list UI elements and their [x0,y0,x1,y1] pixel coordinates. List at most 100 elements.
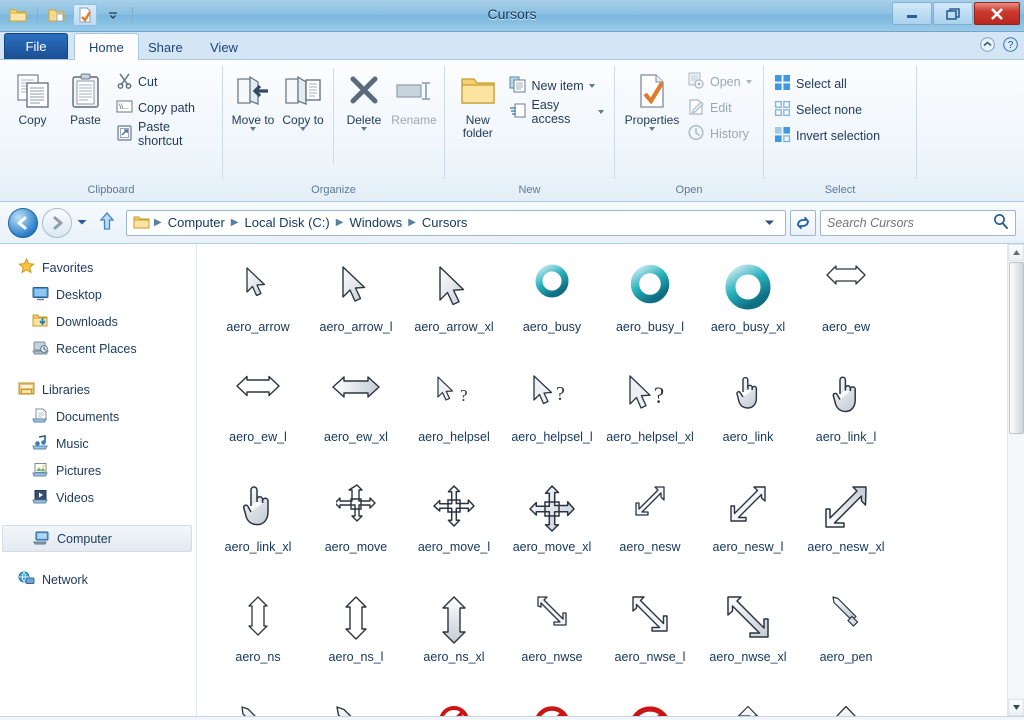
new-item-caret-icon[interactable] [588,84,595,88]
list-item[interactable]: aero_move_l [405,476,503,586]
move-to-button[interactable]: Move to [229,64,277,131]
list-item[interactable]: aero_nesw_l [699,476,797,586]
properties-button[interactable]: Properties [621,64,683,131]
tab-share[interactable]: Share [134,34,197,61]
breadcrumb-arrow[interactable]: ▶ [406,217,418,228]
tab-home[interactable]: Home [74,33,139,61]
list-item[interactable]: aero_up [699,696,797,716]
list-item[interactable]: aero_unavail [405,696,503,716]
list-item[interactable]: aero_unavail_xl [601,696,699,716]
breadcrumb-bar[interactable]: ▶ Computer ▶ Local Disk (C:) ▶ Windows ▶… [126,209,786,236]
list-item[interactable]: aero_ew_xl [307,366,405,476]
chevron-down-icon[interactable] [758,216,781,230]
breadcrumb-windows[interactable]: Windows [345,215,406,230]
search-icon[interactable] [993,213,1009,232]
breadcrumb-arrow[interactable]: ▶ [152,217,164,228]
breadcrumb-cursors[interactable]: Cursors [418,215,472,230]
list-item[interactable]: aero_link_xl [209,476,307,586]
list-item[interactable]: aero_unavail_l [503,696,601,716]
navigation-pane[interactable]: Favorites Desktop Downloads Recent Place… [0,244,197,716]
breadcrumb-computer[interactable]: Computer [164,215,229,230]
list-item[interactable]: aero_move [307,476,405,586]
list-item[interactable]: aero_link_l [797,366,895,476]
copy-to-button[interactable]: Copy to [279,64,327,131]
list-item[interactable]: aero_nwse_xl [699,586,797,696]
list-item[interactable]: aero_ew_l [209,366,307,476]
tab-view[interactable]: View [196,34,252,61]
scroll-up-button[interactable] [1008,244,1024,261]
select-none-button[interactable]: Select none [770,98,884,122]
close-button[interactable] [974,2,1020,25]
delete-button[interactable]: Delete [340,64,388,131]
paste-shortcut-button[interactable]: Paste shortcut [112,120,216,148]
sidebar-item-libraries[interactable]: Libraries [0,376,196,403]
recent-locations-icon[interactable] [76,216,88,230]
scroll-down-button[interactable] [1008,699,1024,716]
list-item[interactable]: ? aero_helpsel [405,366,503,476]
scrollbar-thumb[interactable] [1009,262,1024,434]
sidebar-item-videos[interactable]: Videos [0,484,196,511]
sidebar-item-recent-places[interactable]: Recent Places [0,335,196,362]
list-item[interactable]: aero_pen_l [209,696,307,716]
properties-caret-icon[interactable] [649,127,655,131]
file-list-pane[interactable]: aero_arrow aero_arrow_l aero_arrow_xl ae… [197,244,1024,716]
restore-button[interactable] [933,2,973,25]
search-box[interactable] [820,209,1016,236]
list-item[interactable]: aero_move_xl [503,476,601,586]
list-item[interactable]: aero_nesw_xl [797,476,895,586]
copy-button[interactable]: Copy [6,64,59,127]
list-item[interactable]: aero_busy_l [601,256,699,366]
sidebar-item-computer[interactable]: Computer [2,525,192,552]
list-item[interactable]: aero_link [699,366,797,476]
cut-button[interactable]: Cut [112,70,216,94]
invert-selection-button[interactable]: Invert selection [770,124,884,148]
move-to-caret-icon[interactable] [250,127,257,131]
list-item[interactable]: ? aero_helpsel_l [503,366,601,476]
breadcrumb-arrow[interactable]: ▶ [229,217,241,228]
list-item[interactable]: aero_ns_xl [405,586,503,696]
list-item[interactable]: aero_ns_l [307,586,405,696]
list-item[interactable]: aero_ew [797,256,895,366]
edit-button[interactable]: Edit [683,96,756,120]
list-item[interactable]: ? aero_helpsel_xl [601,366,699,476]
sidebar-item-network[interactable]: Network [0,566,196,593]
list-item[interactable]: aero_pen [797,586,895,696]
list-item[interactable]: aero_busy [503,256,601,366]
copy-to-caret-icon[interactable] [300,127,307,131]
open-button[interactable]: Open [683,70,756,94]
tab-file[interactable]: File [4,33,68,59]
minimize-ribbon-icon[interactable] [980,37,995,55]
sidebar-item-favorites[interactable]: Favorites [0,254,196,281]
new-folder-button[interactable]: New folder [451,64,505,140]
back-button[interactable] [8,207,38,238]
breadcrumb-arrow[interactable]: ▶ [334,217,346,228]
history-button[interactable]: History [683,122,756,146]
breadcrumb-local-disk[interactable]: Local Disk (C:) [240,215,333,230]
sidebar-item-music[interactable]: Music [0,430,196,457]
list-item[interactable]: aero_up_l [797,696,895,716]
select-all-button[interactable]: Select all [770,72,884,96]
open-caret-icon[interactable] [745,80,752,84]
vertical-scrollbar[interactable] [1007,244,1024,716]
list-item[interactable]: aero_nwse_l [601,586,699,696]
easy-access-button[interactable]: Easy access [505,98,608,126]
paste-button[interactable]: Paste [59,64,112,127]
list-item[interactable]: aero_ns [209,586,307,696]
help-icon[interactable]: ? [1003,37,1018,55]
list-item[interactable]: aero_busy_xl [699,256,797,366]
sidebar-item-downloads[interactable]: Downloads [0,308,196,335]
forward-button[interactable] [42,207,72,238]
list-item[interactable]: aero_arrow_l [307,256,405,366]
list-item[interactable]: aero_nwse [503,586,601,696]
copy-path-button[interactable]: \\... Copy path [112,96,216,120]
sidebar-item-desktop[interactable]: Desktop [0,281,196,308]
sidebar-item-pictures[interactable]: Pictures [0,457,196,484]
easy-access-caret-icon[interactable] [598,110,604,114]
delete-caret-icon[interactable] [360,127,367,131]
up-button[interactable] [98,211,116,234]
minimize-button[interactable] [892,2,932,25]
search-input[interactable] [827,215,993,230]
list-item[interactable]: aero_arrow_xl [405,256,503,366]
list-item[interactable]: aero_arrow [209,256,307,366]
list-item[interactable]: aero_pen_xl [307,696,405,716]
